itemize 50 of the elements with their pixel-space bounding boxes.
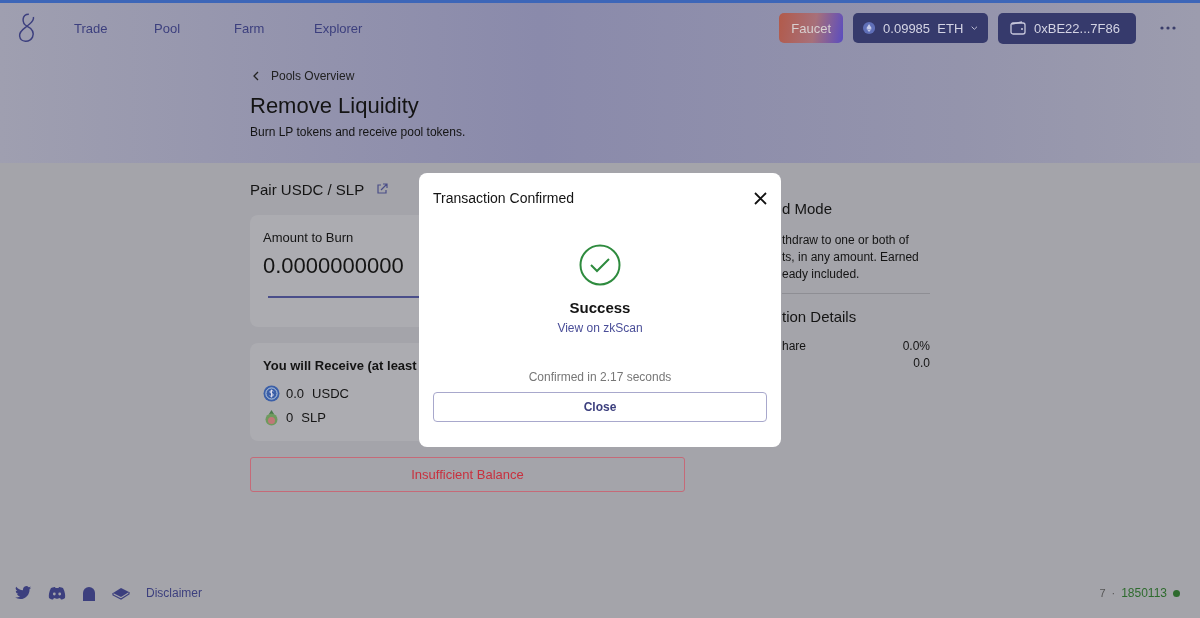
nav-link[interactable]: Pool bbox=[154, 20, 234, 36]
zkscan-link[interactable]: View on zkScan bbox=[557, 321, 643, 335]
page-title: Remove Liquidity bbox=[250, 93, 420, 119]
detail-value: 0.0% bbox=[902, 338, 930, 353]
ghost-icon[interactable] bbox=[82, 585, 96, 601]
dialog-title: Transaction Confirmed bbox=[433, 190, 575, 206]
pair-title: Pair USDC / SLP bbox=[250, 180, 365, 198]
page-subtitle: Burn LP tokens and receive pool tokens. bbox=[250, 125, 467, 139]
version-number: 7 bbox=[1099, 587, 1106, 599]
more-icon[interactable] bbox=[1160, 26, 1176, 30]
detail-value: 0.0 bbox=[913, 355, 930, 370]
token-symbol: SLP bbox=[301, 409, 326, 425]
book-icon[interactable] bbox=[112, 586, 130, 600]
confirmation-time: Confirmed in 2.17 seconds bbox=[528, 370, 672, 384]
disclaimer-link[interactable]: Disclaimer bbox=[146, 586, 202, 600]
status-dot bbox=[1173, 589, 1180, 597]
nav-link[interactable]: Trade bbox=[74, 20, 154, 36]
wallet-button[interactable]: 0xBE22...7F86 bbox=[998, 12, 1136, 44]
mode-description: ts, in any amount. Earned bbox=[782, 249, 920, 266]
detail-label: hare bbox=[782, 338, 807, 353]
chevron-left-icon bbox=[253, 71, 259, 81]
wallet-icon bbox=[1010, 21, 1026, 35]
receive-title: You will Receive (at least bbox=[263, 358, 418, 373]
nav-link[interactable]: Farm bbox=[234, 20, 314, 36]
twitter-icon[interactable] bbox=[15, 586, 32, 600]
balance-button[interactable]: 0.09985 ETH bbox=[853, 13, 988, 43]
external-link-icon[interactable] bbox=[376, 183, 389, 195]
chevron-down-icon bbox=[971, 25, 978, 31]
section-title: tion Details bbox=[782, 308, 858, 325]
burn-label: Amount to Burn bbox=[263, 230, 355, 245]
ethereum-icon bbox=[863, 19, 876, 37]
mode-description: thdraw to one or both of bbox=[782, 232, 910, 249]
mode-description: eady included. bbox=[782, 266, 861, 283]
back-link[interactable]: Pools Overview bbox=[253, 69, 1200, 83]
token-amount: 0.0 bbox=[286, 385, 305, 401]
token-amount: 0 bbox=[286, 409, 294, 425]
fruit-icon bbox=[263, 408, 280, 426]
usdc-icon bbox=[263, 384, 280, 402]
faucet-button[interactable]: Faucet bbox=[779, 13, 843, 43]
success-status: Success bbox=[569, 299, 631, 316]
success-check-icon bbox=[579, 244, 621, 286]
separator-dot: · bbox=[1111, 587, 1116, 599]
block-number: 1850113 bbox=[1121, 586, 1167, 600]
submit-button[interactable]: Insufficient Balance bbox=[250, 457, 685, 492]
close-button[interactable]: Close bbox=[433, 392, 767, 422]
section-title: d Mode bbox=[782, 200, 834, 217]
discord-icon[interactable] bbox=[48, 586, 66, 600]
close-icon[interactable] bbox=[754, 191, 767, 205]
token-symbol: USDC bbox=[312, 385, 349, 401]
nav-link[interactable]: Explorer bbox=[314, 20, 394, 36]
